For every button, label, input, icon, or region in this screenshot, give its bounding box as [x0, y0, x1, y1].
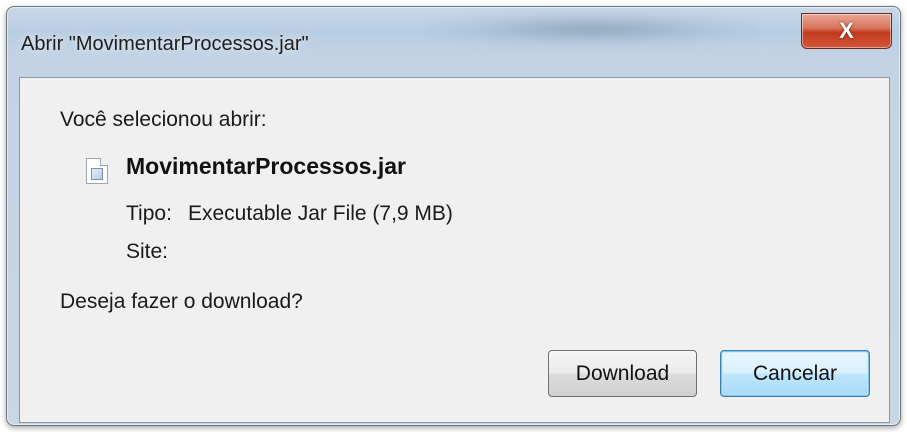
- jar-file-icon: [86, 158, 108, 184]
- intro-text: Você selecionou abrir:: [60, 108, 267, 131]
- site-label: Site:: [126, 240, 169, 263]
- download-dialog-window: Abrir "MovimentarProcessos.jar" X Você s…: [6, 6, 901, 426]
- type-label: Tipo:: [126, 202, 172, 225]
- file-icon-graphic: [91, 168, 103, 180]
- close-icon: X: [839, 18, 854, 43]
- title-bar-glass: [427, 11, 757, 47]
- type-value: Executable Jar File (7,9 MB): [188, 202, 453, 225]
- dialog-content: Você selecionou abrir: MovimentarProcess…: [19, 77, 890, 423]
- download-question: Deseja fazer o download?: [60, 290, 303, 313]
- window-title: Abrir "MovimentarProcessos.jar": [21, 33, 309, 55]
- cancel-button[interactable]: Cancelar: [720, 350, 870, 397]
- file-name: MovimentarProcessos.jar: [126, 153, 406, 179]
- download-button[interactable]: Download: [548, 350, 697, 397]
- close-button[interactable]: X: [801, 13, 892, 49]
